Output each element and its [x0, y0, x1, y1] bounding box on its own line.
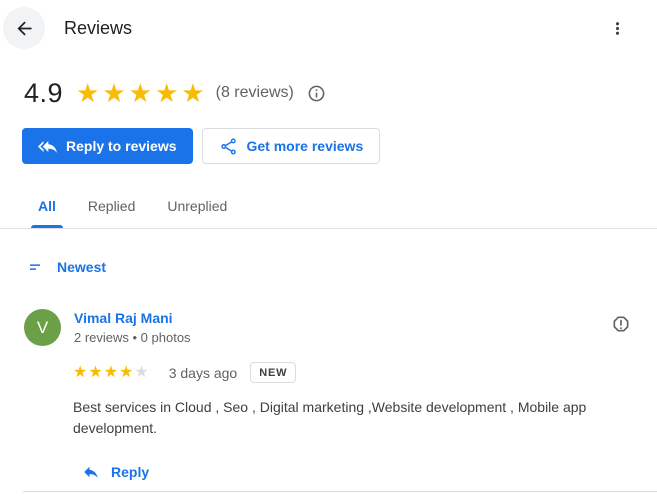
- review-item: V Vimal Raj Mani 2 reviews • 0 photos ★★…: [0, 309, 657, 486]
- new-badge: NEW: [250, 362, 297, 383]
- tab-unreplied-label: Unreplied: [167, 198, 228, 214]
- reviewer-name[interactable]: Vimal Raj Mani: [74, 310, 191, 326]
- reply-to-reviews-label: Reply to reviews: [66, 138, 177, 154]
- star-icon: ★: [119, 363, 135, 381]
- reply-to-reviews-button[interactable]: Reply to reviews: [22, 128, 193, 164]
- tabs: All Replied Unreplied: [0, 188, 657, 228]
- overflow-menu-button[interactable]: [604, 15, 631, 42]
- tab-all-label: All: [38, 198, 56, 214]
- tab-unreplied[interactable]: Unreplied: [151, 188, 243, 228]
- report-octagon-icon: [611, 314, 631, 334]
- review-rating-row: ★★★★★ 3 days ago NEW: [73, 362, 633, 383]
- star-icon: ★: [128, 78, 155, 108]
- avatar-initial: V: [36, 317, 49, 337]
- get-more-reviews-button[interactable]: Get more reviews: [201, 128, 381, 164]
- tab-replied-label: Replied: [87, 198, 136, 214]
- star-icon: ★: [103, 363, 120, 381]
- sort-control[interactable]: Newest: [28, 259, 106, 275]
- info-circle-icon: [307, 84, 326, 103]
- tab-replied[interactable]: Replied: [72, 188, 151, 228]
- star-icon: ★: [102, 78, 129, 108]
- header: Reviews: [0, 0, 657, 50]
- star-icon: ★: [181, 78, 208, 108]
- rating-summary: 4.9 ★★★★★ (8 reviews): [0, 77, 657, 109]
- star-icon: ★: [73, 363, 89, 381]
- rating-stars: ★★★★★: [76, 80, 208, 106]
- rating-info-button[interactable]: [307, 84, 326, 103]
- share-icon: [219, 137, 238, 156]
- kebab-menu-icon: [608, 19, 627, 38]
- reply-button[interactable]: Reply: [82, 463, 149, 481]
- tabs-divider: [0, 228, 657, 229]
- rating-value: 4.9: [24, 77, 64, 108]
- report-review-button[interactable]: [609, 312, 633, 336]
- back-button[interactable]: [3, 7, 45, 49]
- reviewer-info: Vimal Raj Mani 2 reviews • 0 photos: [74, 309, 191, 345]
- tab-all[interactable]: All: [22, 188, 72, 228]
- star-icon: ★: [134, 363, 150, 381]
- get-more-reviews-label: Get more reviews: [246, 138, 364, 154]
- reply-arrow-icon: [82, 463, 100, 481]
- sort-lines-icon: [28, 259, 44, 275]
- star-icon: ★: [154, 78, 182, 108]
- review-separator: [23, 491, 657, 492]
- page-title: Reviews: [64, 17, 133, 38]
- reviewer-meta: 2 reviews • 0 photos: [74, 330, 191, 345]
- reviews-count: (8 reviews): [215, 84, 294, 101]
- review-header: V Vimal Raj Mani 2 reviews • 0 photos: [24, 309, 633, 346]
- star-icon: ★: [88, 363, 104, 381]
- reply-button-label: Reply: [111, 464, 150, 480]
- arrow-left-icon: [14, 18, 35, 39]
- review-date: 3 days ago: [168, 364, 238, 381]
- review-stars: ★★★★★: [73, 363, 150, 381]
- reviews-page: Reviews 4.9 ★★★★★ (8 reviews) Reply to r…: [0, 0, 657, 503]
- review-text: Best services in Cloud , Seo , Digital m…: [73, 399, 587, 436]
- star-icon: ★: [76, 78, 103, 108]
- reply-all-icon: [38, 137, 57, 156]
- avatar[interactable]: V: [24, 309, 61, 346]
- actions-row: Reply to reviews Get more reviews: [0, 128, 657, 164]
- sort-label: Newest: [57, 259, 107, 275]
